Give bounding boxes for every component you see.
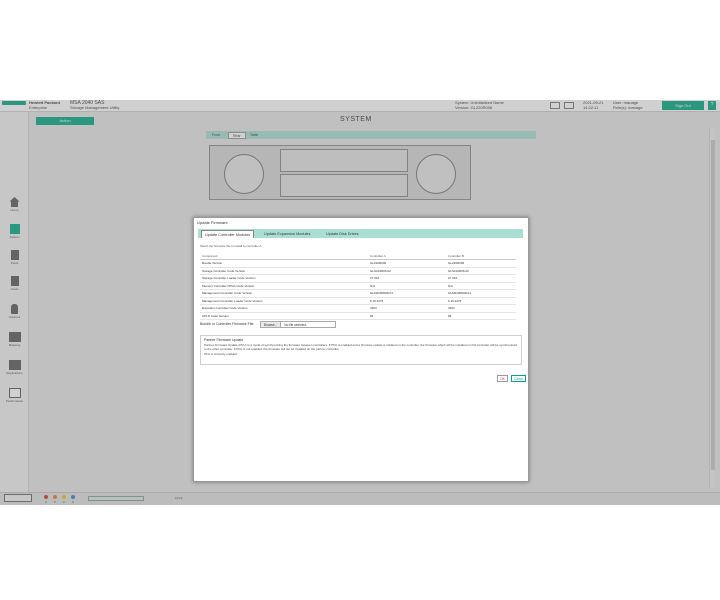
controller-a-version: GL220R006 xyxy=(368,259,446,268)
dialog-description: Select the firmware file to install to c… xyxy=(200,244,263,248)
firmware-versions-table: Component Controller A Controller B Bund… xyxy=(200,252,516,320)
controller-b-version: 83 xyxy=(446,312,516,320)
update-firmware-dialog: Update Firmware Update Controller Module… xyxy=(193,217,529,482)
browse-button[interactable]: Browse... xyxy=(261,322,282,327)
component-name: Memory Controller FPGA Code Version xyxy=(200,282,368,290)
component-name: Storage Controller Loader Code Version xyxy=(200,274,368,283)
bundle-file-label: Bundle or Controller Firmware File: xyxy=(200,322,255,326)
controller-a-version: N/A xyxy=(368,282,446,290)
close-button[interactable]: Close xyxy=(511,375,526,382)
tab-update-expansion-modules[interactable]: Update Expansion Modules xyxy=(261,230,313,238)
controller-b-version: GLS210R06-02 xyxy=(446,267,516,275)
controller-b-version: 3203 xyxy=(446,304,516,313)
column-header: Controller B xyxy=(446,252,516,260)
column-header: Controller A xyxy=(368,252,446,260)
table-row: CPLD Code Version 83 83 xyxy=(200,312,516,320)
component-name: Storage Controller Code Version xyxy=(200,267,368,275)
component-name: CPLD Code Version xyxy=(200,312,368,320)
component-name: Management Controller Loader Code Versio… xyxy=(200,297,368,305)
controller-b-version: 27.016 xyxy=(446,274,516,283)
controller-a-version: 83 xyxy=(368,312,446,320)
controller-a-version: GLS210R06-02 xyxy=(368,267,446,275)
controller-a-version: 3203 xyxy=(368,304,446,313)
controller-b-version: N/A xyxy=(446,282,516,290)
file-status-text: No file selected. xyxy=(284,323,307,327)
column-header: Component xyxy=(200,252,368,260)
controller-b-version: GLM220R008-01 xyxy=(446,289,516,298)
controller-a-version: 6.15.2276 xyxy=(368,297,446,305)
component-name: Management Controller Code Version xyxy=(200,289,368,298)
ok-button[interactable]: OK xyxy=(497,375,508,382)
dialog-title: Update Firmware xyxy=(197,220,228,225)
pfu-title: Partner Firmware Update xyxy=(204,338,244,342)
table-row: Bundle Version GL220R006 GL220R006 xyxy=(200,259,516,268)
controller-a-version: 27.016 xyxy=(368,274,446,283)
table-row: Storage Controller Code Version GLS210R0… xyxy=(200,267,516,275)
dialog-tabs: Update Controller Modules Update Expansi… xyxy=(198,229,523,238)
table-row: Management Controller Code Version GLM22… xyxy=(200,289,516,298)
table-row: Management Controller Loader Code Versio… xyxy=(200,297,516,305)
tab-update-disk-drives[interactable]: Update Disk Drives xyxy=(323,230,362,238)
pfu-description: Partner Firmware Update (PFU) is a mode … xyxy=(204,343,517,351)
controller-b-version: 6.15.2276 xyxy=(446,297,516,305)
table-row: Memory Controller FPGA Code Version N/A … xyxy=(200,282,516,290)
component-name: Bundle Version xyxy=(200,259,368,268)
pfu-status: PFU is currently enabled. xyxy=(204,352,238,356)
app-window: Hewlett Packard Enterprise MSA 2040 SAS … xyxy=(0,100,720,505)
controller-b-version: GL220R006 xyxy=(446,259,516,268)
table-row: Expander Controller Code Version 3203 32… xyxy=(200,304,516,313)
table-header-row: Component Controller A Controller B xyxy=(200,252,516,260)
firmware-file-input[interactable]: Browse... No file selected. xyxy=(260,321,336,328)
table-row: Storage Controller Loader Code Version 2… xyxy=(200,274,516,283)
tab-update-controller-modules[interactable]: Update Controller Modules xyxy=(201,230,255,238)
partner-firmware-update-panel: Partner Firmware Update Partner Firmware… xyxy=(200,335,522,365)
component-name: Expander Controller Code Version xyxy=(200,304,368,313)
controller-a-version: GLM220R008-01 xyxy=(368,289,446,298)
